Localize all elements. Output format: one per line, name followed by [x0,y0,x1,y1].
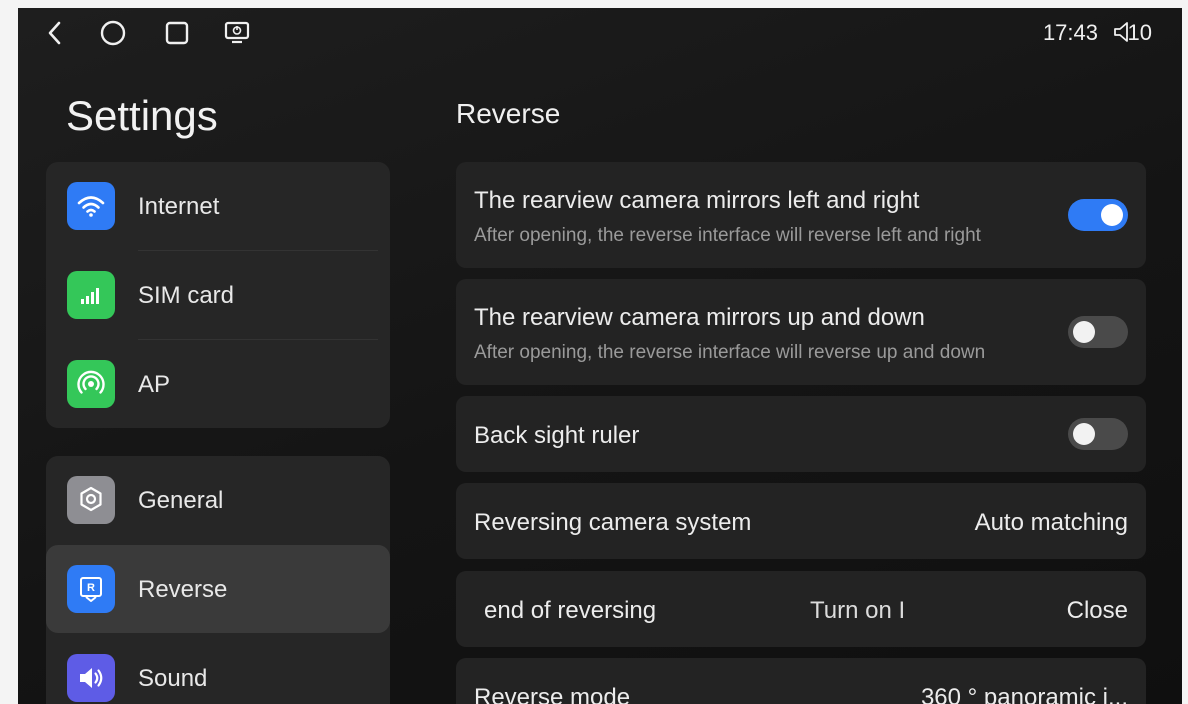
wifi-icon [67,182,115,230]
setting-title: Back sight ruler [474,422,640,449]
sidebar-group-device: General R Reverse Sound [46,456,390,704]
setting-value: 360 ° panoramic i... [920,684,1128,704]
sidebar-item-label: Internet [138,193,220,220]
setting-title: Reverse mode [474,684,631,704]
volume-level: 10 [1127,20,1152,45]
setting-title: The rearview camera mirrors up and down [474,304,925,331]
setting-end-of-reversing[interactable]: end of reversing Turn on I Close [456,571,1146,647]
setting-back-sight-ruler[interactable]: Back sight ruler [456,396,1146,472]
sidebar-item-ap[interactable]: AP [46,340,390,428]
setting-subtitle: After opening, the reverse interface wil… [474,225,981,246]
setting-mirror-left-right[interactable]: The rearview camera mirrors left and rig… [456,162,1146,268]
sidebar-item-internet[interactable]: Internet [46,162,390,250]
setting-title: The rearview camera mirrors left and rig… [474,187,920,214]
sidebar-group-network: Internet SIM card AP [46,162,390,428]
sidebar-item-label: Sound [138,665,208,692]
speaker-icon [67,654,115,702]
svg-text:R: R [87,582,95,594]
close-option[interactable]: Close [1067,597,1128,625]
back-icon[interactable] [40,18,70,48]
setting-subtitle: After opening, the reverse interface wil… [474,342,986,363]
setting-title: Reversing camera system [474,509,752,536]
mirror-up-down-toggle[interactable] [1068,316,1128,348]
setting-mirror-up-down[interactable]: The rearview camera mirrors up and down … [456,279,1146,385]
sidebar-item-general[interactable]: General [46,456,390,544]
toggle-knob [1101,204,1123,226]
setting-reverse-mode[interactable]: Reverse mode 360 ° panoramic i... [456,658,1146,704]
turn-on-option[interactable]: Turn on I [810,597,905,625]
sidebar-item-label: Reverse [138,576,228,603]
setting-value: Auto matching [974,509,1128,536]
home-icon[interactable] [98,18,128,48]
signal-icon [67,271,115,319]
sidebar-item-label: AP [138,371,171,398]
screen: 17:43 10 Settings Internet SIM card AP G… [18,8,1182,704]
recents-icon[interactable] [162,18,192,48]
status-bar: 17:43 10 [18,8,1182,56]
sidebar-item-reverse[interactable]: R Reverse [46,545,390,633]
sidebar-item-label: SIM card [138,282,235,309]
back-sight-ruler-toggle[interactable] [1068,418,1128,450]
settings-title: Settings [66,92,218,139]
setting-title: end of reversing [484,597,657,624]
screen-off-icon[interactable] [222,18,252,48]
sidebar-item-sim-card[interactable]: SIM card [46,251,390,339]
mirror-left-right-toggle[interactable] [1068,199,1128,231]
toggle-knob [1073,321,1095,343]
reverse-icon: R [67,565,115,613]
setting-reversing-camera-system[interactable]: Reversing camera system Auto matching [456,483,1146,559]
sidebar-item-sound[interactable]: Sound [46,634,390,704]
hotspot-icon [67,360,115,408]
page-title: Reverse [456,98,561,129]
sidebar-item-label: General [138,487,224,514]
toggle-knob [1073,423,1095,445]
clock: 17:43 [1042,20,1098,45]
gear-icon [67,476,115,524]
